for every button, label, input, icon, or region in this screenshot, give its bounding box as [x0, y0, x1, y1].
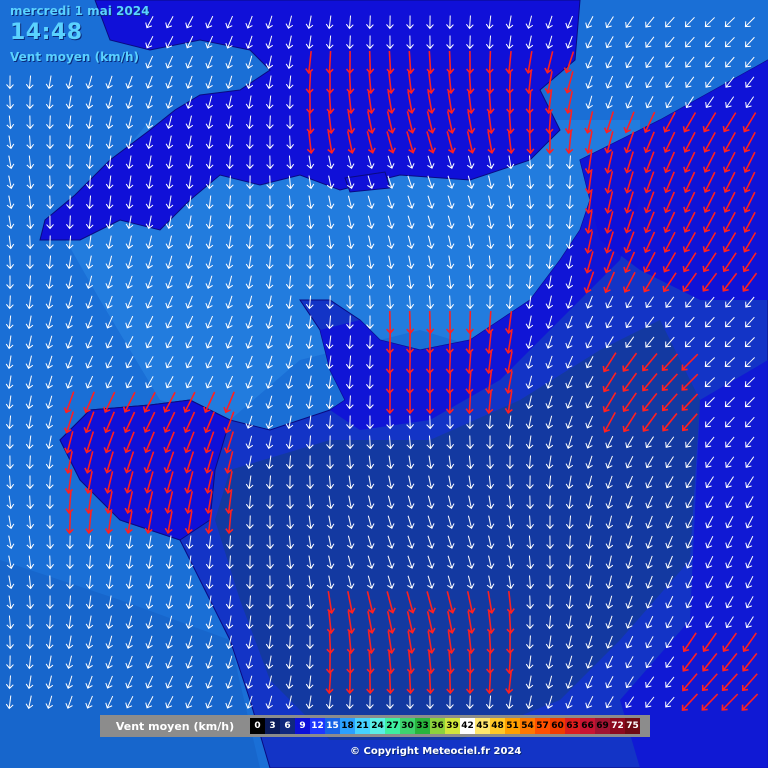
legend-step: 0 [250, 718, 265, 734]
legend-bar: Vent moyen (km/h) 0 3 6 9 12 15 18 21 24 27 30 33 36… [100, 715, 650, 737]
legend-step: 36 [430, 718, 445, 734]
legend-step: 69 [595, 718, 610, 734]
legend-step: 9 [295, 718, 310, 734]
legend-step: 3 [265, 718, 280, 734]
legend-step: 39 [445, 718, 460, 734]
legend-step: 15 [325, 718, 340, 734]
legend-step: 33 [415, 718, 430, 734]
legend-step: 63 [565, 718, 580, 734]
legend-step: 60 [550, 718, 565, 734]
wind-map [0, 0, 768, 768]
legend-step: 66 [580, 718, 595, 734]
legend-step: 42 [460, 718, 475, 734]
variable-label: Vent moyen (km/h) [10, 50, 140, 64]
forecast-date: mercredi 1 mai 2024 [10, 4, 150, 18]
legend-step: 27 [385, 718, 400, 734]
copyright-notice: © Copyright Meteociel.fr 2024 [350, 746, 522, 757]
legend-step: 24 [370, 718, 385, 734]
legend-step: 54 [520, 718, 535, 734]
legend-step: 45 [475, 718, 490, 734]
legend-step: 75 [625, 718, 640, 734]
legend-step: 6 [280, 718, 295, 734]
legend-scale: 0 3 6 9 12 15 18 21 24 27 30 33 36 39 42 45 48 51 54 57 60 63… [250, 718, 640, 734]
legend-step: 48 [490, 718, 505, 734]
forecast-time: 14:48 [10, 20, 83, 45]
legend-step: 12 [310, 718, 325, 734]
legend-step: 57 [535, 718, 550, 734]
legend-step: 21 [355, 718, 370, 734]
legend-step: 72 [610, 718, 625, 734]
legend-step: 51 [505, 718, 520, 734]
legend-step: 30 [400, 718, 415, 734]
legend-step: 18 [340, 718, 355, 734]
legend-title: Vent moyen (km/h) [115, 719, 235, 733]
